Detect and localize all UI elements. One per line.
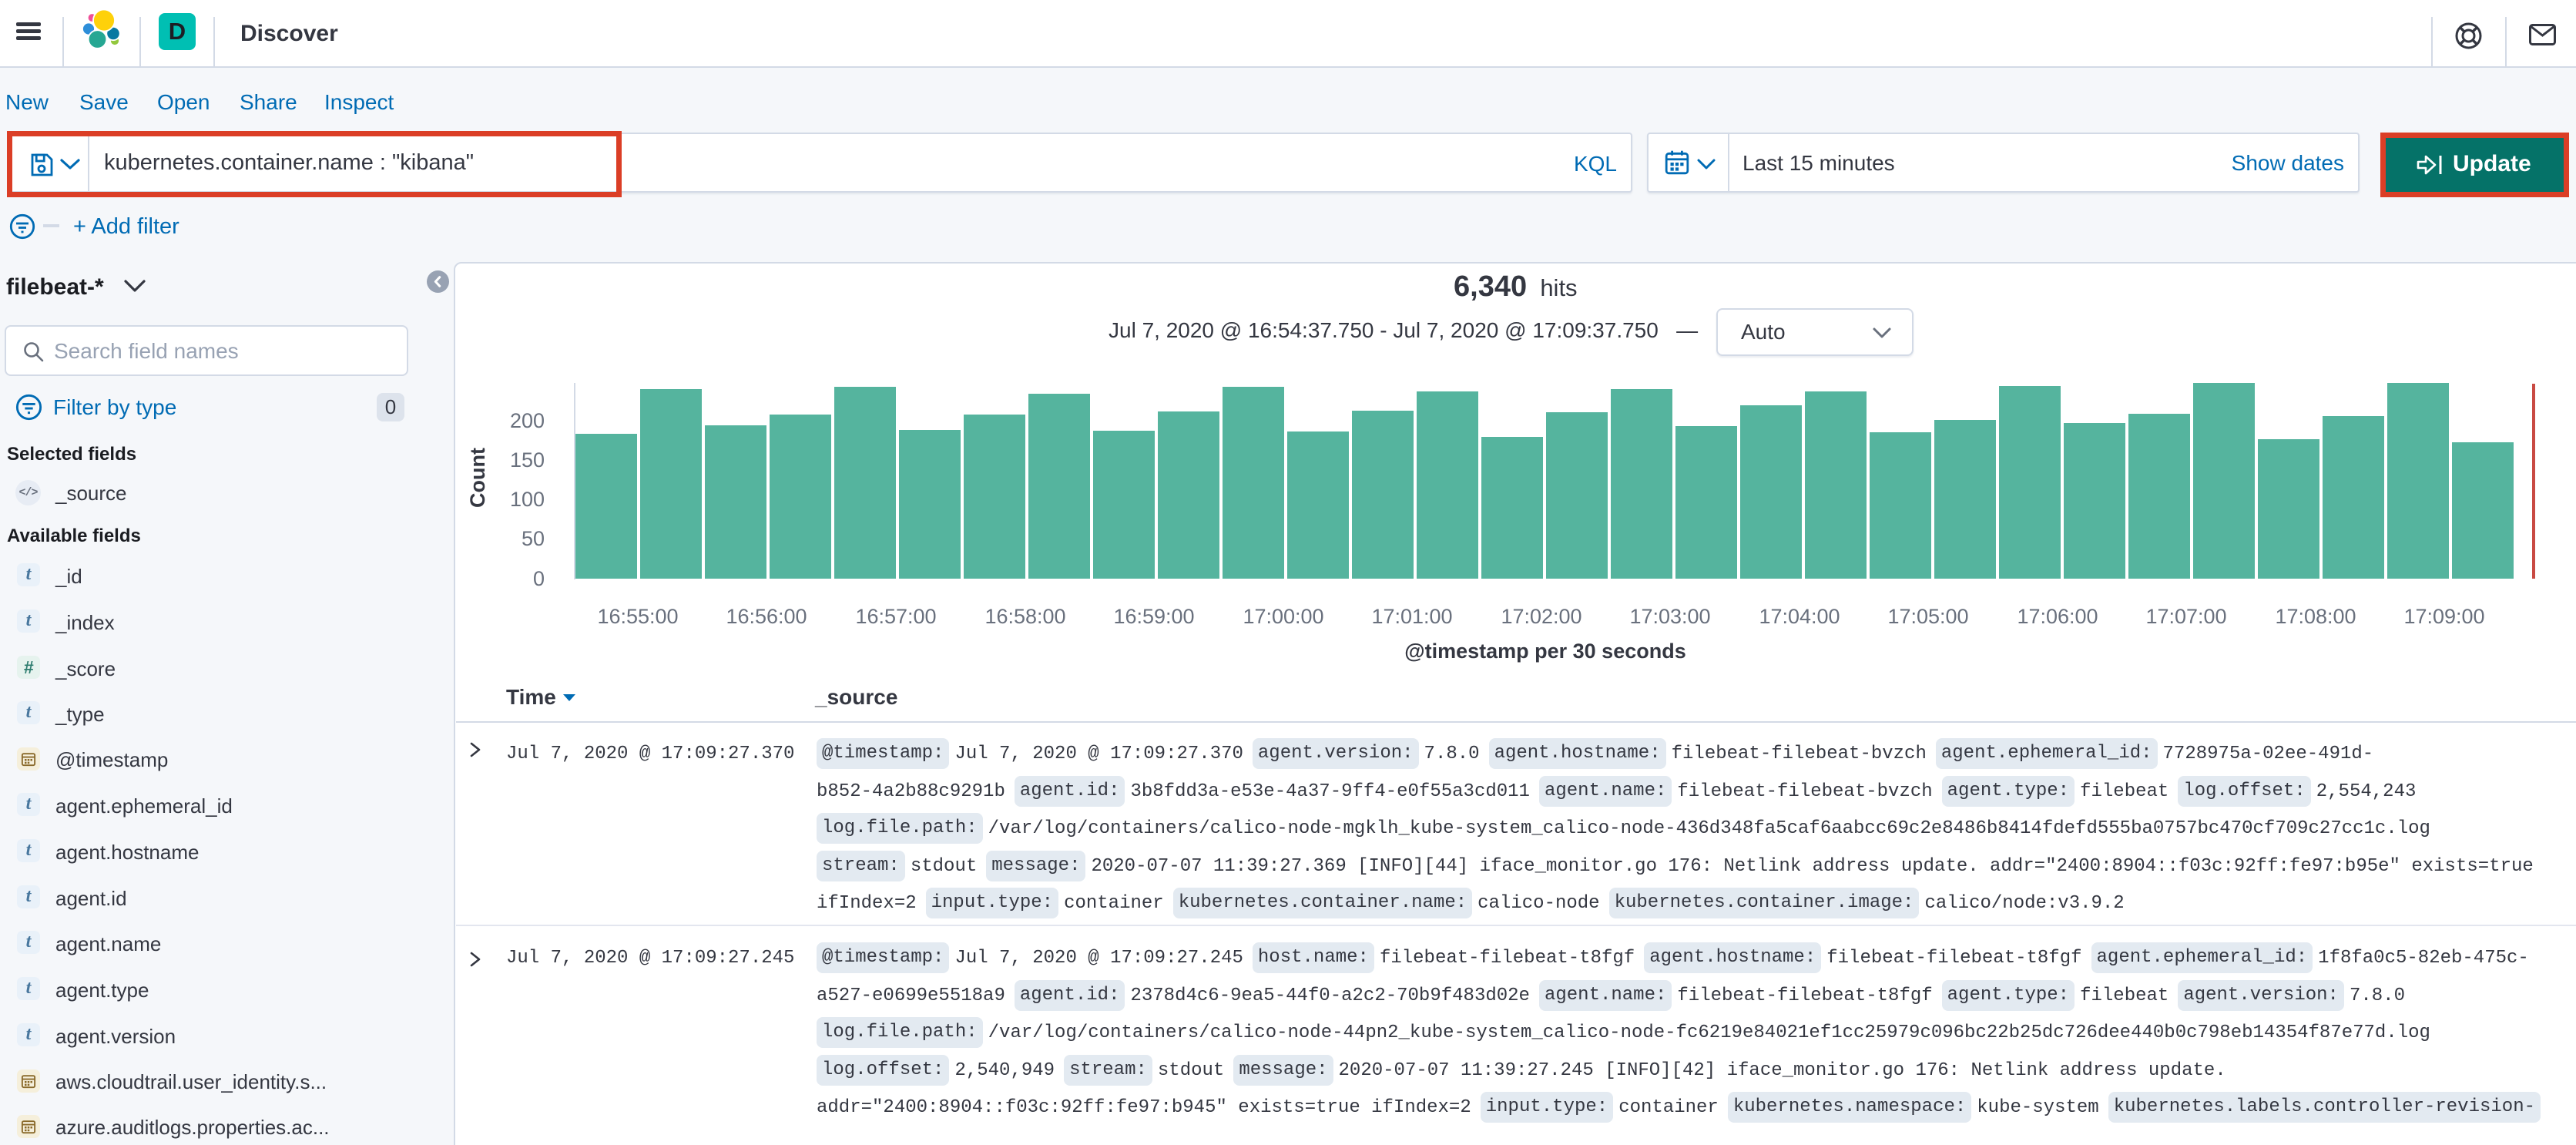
svg-text:17:03:00: 17:03:00 xyxy=(1629,605,1710,628)
svg-text:16:58:00: 16:58:00 xyxy=(984,605,1065,628)
svg-text:150: 150 xyxy=(510,448,545,472)
svg-text:Count: Count xyxy=(466,448,489,508)
svg-text:17:02:00: 17:02:00 xyxy=(1501,605,1581,628)
svg-text:16:57:00: 16:57:00 xyxy=(855,605,936,628)
svg-text:@timestamp per 30 seconds: @timestamp per 30 seconds xyxy=(1404,640,1685,663)
svg-text:16:55:00: 16:55:00 xyxy=(597,605,678,628)
svg-text:16:59:00: 16:59:00 xyxy=(1113,605,1194,628)
svg-text:16:56:00: 16:56:00 xyxy=(726,605,807,628)
svg-text:17:01:00: 17:01:00 xyxy=(1371,605,1452,628)
svg-text:17:08:00: 17:08:00 xyxy=(2275,605,2356,628)
svg-text:0: 0 xyxy=(533,567,545,590)
svg-text:50: 50 xyxy=(522,527,545,550)
svg-text:17:06:00: 17:06:00 xyxy=(2017,605,2098,628)
svg-text:17:04:00: 17:04:00 xyxy=(1759,605,1840,628)
svg-text:200: 200 xyxy=(510,409,545,432)
svg-text:100: 100 xyxy=(510,488,545,511)
svg-text:17:05:00: 17:05:00 xyxy=(1887,605,1968,628)
svg-text:17:00:00: 17:00:00 xyxy=(1243,605,1323,628)
svg-text:17:07:00: 17:07:00 xyxy=(2145,605,2226,628)
svg-text:17:09:00: 17:09:00 xyxy=(2403,605,2484,628)
